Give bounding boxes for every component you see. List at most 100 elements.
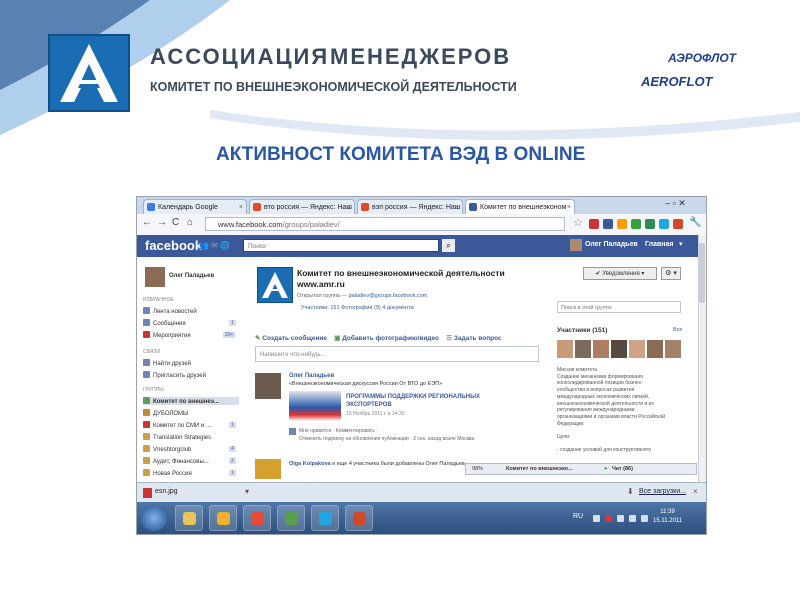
taskbar-app-explorer[interactable]	[175, 505, 203, 531]
sidebar-group-translation[interactable]: Translation Strategies	[143, 433, 211, 441]
notification-icons[interactable]: 👥 ✉ 🌐	[199, 241, 230, 250]
extension-icon[interactable]	[631, 219, 641, 229]
home-icon[interactable]: ⌂	[187, 217, 193, 228]
extension-icon[interactable]	[603, 219, 613, 229]
post-attachment-image[interactable]	[289, 391, 341, 421]
tray-icon[interactable]	[605, 515, 612, 522]
tab-facebook[interactable]: Комитет по внешнеэконом ×	[465, 199, 575, 214]
extension-icon[interactable]	[659, 219, 669, 229]
post2-author[interactable]: Olga Kolpakova	[289, 461, 331, 467]
tray-icon[interactable]	[617, 515, 624, 522]
back-icon[interactable]: ←	[142, 217, 152, 228]
post-link-title[interactable]: ПРОГРАММЫ ПОДДЕРЖКИ РЕГИОНАЛЬНЫХ ЭКСПОРТ…	[346, 393, 496, 409]
sidebar-group-audit[interactable]: Аудит, Финансовы...	[143, 457, 209, 465]
tab-yandex-2[interactable]: вэп россия — Яндекс: Наш ×	[357, 199, 463, 214]
facebook-search-input[interactable]: Поиск	[243, 239, 439, 252]
member-avatar[interactable]	[611, 340, 627, 358]
member-avatar[interactable]	[647, 340, 663, 358]
group-logo	[257, 267, 293, 303]
left-user-name[interactable]: Олег Паладьев	[169, 273, 214, 279]
member-avatar[interactable]	[593, 340, 609, 358]
volume-icon[interactable]	[641, 515, 648, 522]
user-name-link[interactable]: Олег Паладьев	[585, 241, 638, 248]
sidebar-group-new-russia[interactable]: Новая Россия	[143, 469, 192, 477]
network-icon[interactable]	[629, 515, 636, 522]
taskbar-app-powerpoint[interactable]	[345, 505, 373, 531]
taskbar-app-chrome[interactable]	[243, 505, 271, 531]
tab-google-calendar[interactable]: Календарь Google ×	[143, 199, 247, 214]
account-menu-icon[interactable]: ▾	[679, 240, 683, 248]
post-unsubscribe[interactable]: Отменить подписку на обновления публикац…	[299, 436, 474, 442]
scrollbar-thumb[interactable]	[699, 243, 705, 303]
home-link[interactable]: Главная	[645, 241, 673, 248]
post2-author-avatar[interactable]	[255, 459, 281, 479]
language-indicator[interactable]: RU	[573, 513, 583, 520]
post-author-avatar[interactable]	[255, 373, 281, 399]
ask-question-button[interactable]: ☰ Задать вопрос	[446, 335, 501, 342]
post-author[interactable]: Олег Паладьев	[289, 373, 334, 379]
sidebar-item-events[interactable]: Мероприятия	[143, 331, 191, 339]
add-photo-button[interactable]: ▣ Добавить фотографию/видео	[334, 335, 439, 342]
sidebar-group-committee[interactable]: Комитет по внешнеэ...	[143, 397, 239, 405]
sidebar-group-media[interactable]: Комитет по СМИ и ...	[143, 421, 211, 429]
close-icon[interactable]: ×	[347, 200, 351, 214]
chat-group-tab[interactable]: Комитет по внешнеэко...	[506, 466, 573, 472]
composer-input[interactable]: Напишите что-нибудь...	[255, 346, 539, 362]
close-icon[interactable]: ×	[567, 200, 571, 214]
clock[interactable]: 11:39 15.11.2011	[653, 508, 682, 526]
taskbar-app-evernote[interactable]	[277, 505, 305, 531]
extension-icon[interactable]	[645, 219, 655, 229]
yandex-icon	[361, 203, 369, 211]
aeroflot-logo-en: AEROFLOT	[641, 74, 713, 89]
explorer-icon	[183, 512, 196, 525]
close-icon[interactable]: ×	[693, 487, 698, 496]
all-downloads-link[interactable]: Все загрузки...	[639, 488, 686, 495]
group-tabs[interactable]: Участники: 151 Фотографии (9) 4 документ…	[301, 305, 414, 311]
member-avatar[interactable]	[557, 340, 573, 358]
extension-icon[interactable]	[673, 219, 683, 229]
create-post-label: Создать сообщение	[262, 335, 328, 342]
extension-icon[interactable]	[617, 219, 627, 229]
member-avatar[interactable]	[629, 340, 645, 358]
facebook-logo[interactable]: facebook	[145, 238, 202, 253]
url-field[interactable]: www.facebook.com/groups/paladiev/	[205, 217, 565, 231]
notifications-button[interactable]: ✔ Уведомления ▾	[583, 267, 657, 280]
member-avatar[interactable]	[665, 340, 681, 358]
reload-icon[interactable]: C	[172, 217, 179, 228]
start-button[interactable]	[141, 505, 167, 531]
sidebar-group-vneshtorg[interactable]: Vneshtorgclub	[143, 445, 191, 453]
sidebar-item-messages[interactable]: Сообщения	[143, 319, 186, 327]
sidebar-item-invite-friends[interactable]: Пригласить друзей	[143, 371, 206, 379]
forward-icon[interactable]: →	[157, 217, 167, 228]
taskbar-app-mail[interactable]	[209, 505, 237, 531]
user-avatar[interactable]	[145, 267, 165, 287]
post-like-comment[interactable]: Мне нравится · Комментировать ·	[299, 428, 378, 434]
chat-tab[interactable]: Чат (86)	[612, 466, 633, 472]
description-line: консолидированной позиции бизнес-	[557, 380, 643, 387]
window-controls[interactable]: – ▫ ✕	[665, 198, 686, 209]
tab-yandex-1[interactable]: вто россия — Яндекс: Наш ×	[249, 199, 355, 214]
wrench-icon[interactable]: 🔧	[689, 217, 701, 228]
create-post-button[interactable]: ✎ Создать сообщение	[255, 335, 327, 342]
sidebar-item-find-friends[interactable]: Найти друзей	[143, 359, 191, 367]
download-file[interactable]: esn.jpg	[155, 488, 178, 495]
taskbar-app-skype[interactable]	[311, 505, 339, 531]
group-email-link[interactable]: paladiev@groups.facebook.com	[349, 293, 428, 299]
sidebar-item-label: Мероприятия	[153, 333, 191, 339]
tray-icon[interactable]	[593, 515, 600, 522]
chevron-down-icon[interactable]: ▾	[245, 487, 249, 496]
member-avatar[interactable]	[575, 340, 591, 358]
close-icon[interactable]: ×	[455, 200, 459, 214]
group-search-input[interactable]: Поиск в этой группе	[557, 301, 681, 313]
address-bar: ← → C ⌂ www.facebook.com/groups/paladiev…	[137, 214, 706, 236]
group-settings-button[interactable]: ⚙ ▾	[661, 267, 681, 280]
bookmark-star-icon[interactable]: ☆	[573, 216, 583, 229]
extension-icon[interactable]	[589, 219, 599, 229]
sidebar-item-label: Translation Strategies	[153, 435, 212, 441]
sidebar-item-news-feed[interactable]: Лента новостей	[143, 307, 197, 315]
close-icon[interactable]: ×	[239, 200, 243, 214]
search-icon[interactable]: ⌕	[442, 239, 455, 252]
sidebar-group-duboloms[interactable]: ДУБОЛОМЫ	[143, 409, 188, 417]
members-all-link[interactable]: Все	[673, 327, 682, 333]
user-avatar[interactable]	[570, 239, 582, 251]
